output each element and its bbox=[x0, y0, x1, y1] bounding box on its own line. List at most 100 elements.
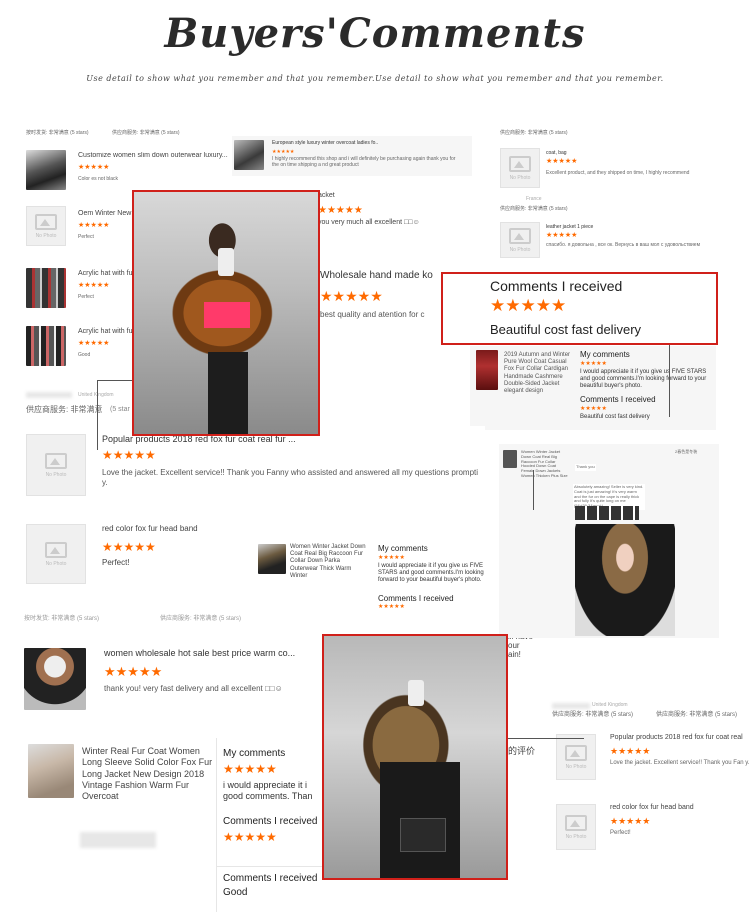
connector-line bbox=[97, 380, 133, 381]
review-comment: Perfect! bbox=[610, 830, 631, 836]
buyer-country: United Kingdom bbox=[78, 392, 114, 398]
comments-received-text: Beautiful cost fast delivery bbox=[490, 322, 642, 337]
women-winter-order-card: Women Winter Jacket Down Coat Real Big R… bbox=[250, 538, 494, 610]
no-photo-label: No Photo bbox=[35, 232, 57, 239]
rating-stars: ★★★★★ bbox=[490, 296, 567, 315]
blurred-username bbox=[26, 392, 72, 398]
review-comment: спасибо. я довольна , все ок. Вернусь в … bbox=[546, 242, 701, 248]
image-placeholder-icon bbox=[509, 227, 531, 244]
rating-stars: ★★★★★ bbox=[78, 340, 110, 347]
review-title[interactable]: coat, bag bbox=[546, 150, 567, 156]
supplier-rating: 供应商服务: 非常满意 (5 stars) bbox=[160, 616, 242, 622]
product-name[interactable]: Women Winter Jacket Down Coat Real Big R… bbox=[521, 449, 569, 479]
review-title[interactable]: red color fox fur head band bbox=[610, 804, 694, 813]
review-comment: Love the jacket. Excellent service!! Tha… bbox=[610, 760, 750, 766]
rating-stars: ★★★★★ bbox=[580, 361, 607, 367]
comments-received-label: Comments I received bbox=[378, 594, 454, 603]
photo-thumbnails[interactable] bbox=[575, 506, 639, 520]
image-placeholder-icon bbox=[45, 452, 67, 469]
review-title[interactable]: red color fox fur head band bbox=[102, 524, 198, 534]
review-hot-sale: women wholesale hot sale best price warm… bbox=[20, 638, 326, 714]
product-name[interactable]: Women Winter Jacket Down Coat Real Big R… bbox=[290, 544, 366, 580]
review-comment: Love the jacket. Excellent service!! Tha… bbox=[102, 468, 479, 487]
image-placeholder-icon bbox=[45, 541, 67, 558]
image-placeholder-icon bbox=[565, 744, 587, 761]
page-title: Buyers'Comments bbox=[164, 10, 586, 57]
rating-stars: ★★★★★ bbox=[378, 604, 405, 610]
review-comment: Color es not black bbox=[78, 176, 119, 182]
no-photo-placeholder: No Photo bbox=[26, 434, 86, 496]
no-photo-label: No Photo bbox=[565, 763, 587, 770]
supplier-rating: 供应商服务: 非常满意 (5 stars) bbox=[500, 130, 568, 136]
connector-line bbox=[97, 380, 98, 450]
product-thumbnail[interactable] bbox=[234, 140, 264, 170]
no-photo-label: No Photo bbox=[45, 471, 67, 478]
my-comments-label: My comments bbox=[580, 350, 630, 359]
fur-coat-received-2: Comments I received Good bbox=[216, 866, 328, 912]
product-thumbnail[interactable] bbox=[476, 350, 498, 390]
partial-text: ain! bbox=[508, 650, 521, 659]
product-thumbnail[interactable] bbox=[503, 450, 517, 468]
no-photo-label: No Photo bbox=[45, 560, 67, 567]
supplier-rating: 供应商服务: 非常满意 (5 stars) bbox=[552, 712, 634, 718]
review-title-partial: acket bbox=[318, 192, 335, 199]
review-title[interactable]: Customize women slim down outerwear luxu… bbox=[78, 152, 228, 161]
product-thumbnail[interactable] bbox=[28, 744, 74, 798]
review-comment: thank you! very fast delivery and all ex… bbox=[104, 684, 283, 693]
rating-stars: ★★★★★ bbox=[610, 816, 651, 826]
rating-stars: ★★★★★ bbox=[102, 448, 156, 462]
comments-received-text: Beautiful cost fast delivery bbox=[580, 414, 650, 420]
product-name[interactable]: Winter Real Fur Coat Women Long Sleeve S… bbox=[82, 746, 214, 802]
review-label-cn: 的评价 bbox=[508, 746, 536, 756]
connector-line bbox=[508, 738, 584, 739]
delivery-rating: 按时发货: 非常满意 (5 stars) bbox=[24, 616, 100, 622]
review-comment: Excellent product, and they shipped on t… bbox=[546, 170, 690, 176]
buyer-photo-fox-jacket[interactable] bbox=[132, 190, 320, 436]
buyer-country: France bbox=[526, 196, 542, 202]
studded-bag bbox=[400, 818, 446, 852]
review-comment-partial: you very much all excellent □□☺ bbox=[318, 219, 420, 226]
blurred-username bbox=[80, 832, 156, 848]
phone-icon bbox=[408, 680, 424, 706]
review-title[interactable]: women wholesale hot sale best price warm… bbox=[104, 648, 295, 659]
buyer-photo-raccoon-coat[interactable] bbox=[322, 634, 508, 880]
comments-received-label: Comments I received bbox=[223, 873, 318, 884]
product-thumbnail[interactable] bbox=[26, 150, 66, 190]
no-photo-placeholder: No Photo bbox=[500, 222, 540, 258]
no-photo-label: No Photo bbox=[509, 246, 531, 253]
comments-received-text: Good bbox=[223, 887, 248, 898]
review-comment: Perfect bbox=[78, 294, 94, 300]
rating-stars: ★★★★★ bbox=[78, 282, 110, 289]
connector-line bbox=[533, 470, 534, 510]
no-photo-placeholder: No Photo bbox=[26, 524, 86, 584]
rating-stars: ★★★★★ bbox=[378, 555, 405, 561]
review-title[interactable]: leather jacket 1 piece bbox=[546, 224, 593, 230]
review-headband-right: No Photo red color fox fur head band ★★★… bbox=[550, 796, 750, 858]
image-placeholder-icon bbox=[35, 213, 57, 230]
review-headband-left: No Photo red color fox fur head band ★★★… bbox=[20, 512, 250, 592]
review-title[interactable]: Popular products 2018 red fox fur coat r… bbox=[610, 734, 743, 743]
no-photo-placeholder: No Photo bbox=[556, 734, 596, 780]
review-title[interactable]: Wholesale hand made ko bbox=[320, 270, 433, 283]
product-thumbnail[interactable] bbox=[26, 268, 66, 308]
buyer-photo[interactable] bbox=[575, 524, 675, 636]
blurred-username bbox=[552, 703, 590, 709]
image-placeholder-icon bbox=[509, 155, 531, 172]
product-thumbnail[interactable] bbox=[26, 326, 66, 366]
image-placeholder-icon bbox=[565, 814, 587, 831]
no-photo-placeholder: No Photo bbox=[500, 148, 540, 188]
buyer-country: United Kingdom bbox=[592, 702, 628, 708]
chat-bubble: Thank you bbox=[575, 464, 596, 471]
comments-received-label: Comments I received bbox=[223, 816, 318, 827]
pink-top bbox=[204, 302, 250, 328]
rating-stars: ★★★★★ bbox=[272, 149, 295, 155]
fur-coat-comments: My comments ★★★★★ i would appreciate it … bbox=[216, 738, 328, 866]
no-photo-label: No Photo bbox=[509, 174, 531, 181]
review-popular-right: No Photo Popular products 2018 red fox f… bbox=[550, 726, 750, 792]
product-thumbnail[interactable] bbox=[258, 544, 286, 574]
product-thumbnail[interactable] bbox=[24, 648, 86, 710]
rating-stars: ★★★★★ bbox=[610, 746, 651, 756]
review-comment: best quality and atention for c bbox=[320, 310, 425, 319]
review-title[interactable]: European style luxury winter overcoat la… bbox=[272, 140, 378, 146]
product-name[interactable]: 2019 Autumn and Winter Pure Wool Coat Ca… bbox=[504, 352, 576, 395]
